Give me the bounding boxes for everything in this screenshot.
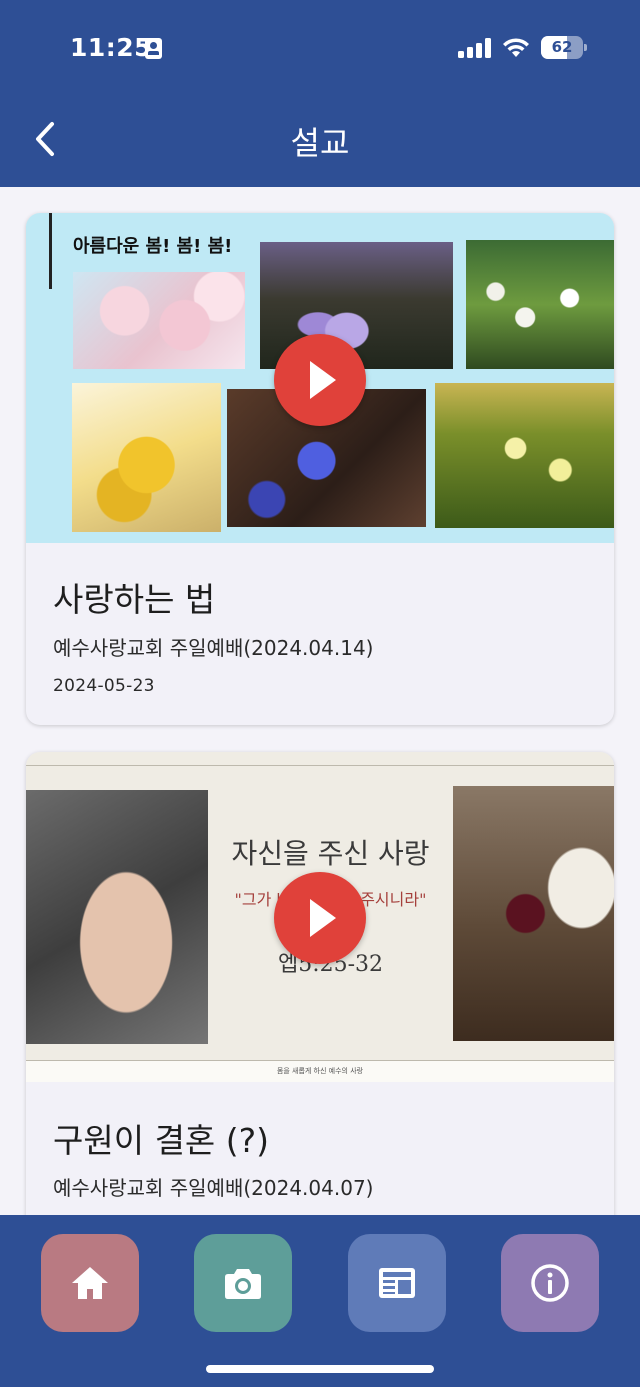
sermon-subtitle: 예수사랑교회 주일예배(2024.04.14) [53, 636, 374, 660]
sermon-card[interactable]: 자신을 주신 사랑 "그가 바로 몸의 구주시니라" 엡5:25-32 몸을 새… [26, 752, 614, 1215]
camera-icon [225, 1269, 261, 1299]
sermon-title: 구원이 결혼 (?) [53, 1121, 270, 1160]
battery-level: 62 [551, 38, 573, 56]
bottom-navigation [0, 1215, 640, 1387]
newspaper-icon [379, 1268, 415, 1298]
nav-news-button[interactable] [348, 1234, 446, 1332]
nav-camera-button[interactable] [194, 1234, 292, 1332]
nav-info-button[interactable] [501, 1234, 599, 1332]
page-title: 설교 [290, 124, 350, 162]
app-header: 11:25 62 설교 [0, 0, 640, 187]
sermon-card[interactable]: 아름다운 봄! 봄! 봄! 사랑하는 법 예수사랑교회 주일예배(2024.04… [26, 213, 614, 725]
home-indicator[interactable] [206, 1365, 434, 1373]
sermon-date: 2024-05-23 [53, 676, 155, 696]
snowdrop-photo [466, 240, 614, 369]
sermon-title: 사랑하는 법 [53, 580, 216, 619]
hands-ring-photo [26, 790, 208, 1044]
wifi-icon [503, 38, 529, 57]
meadow-photo [435, 383, 614, 528]
video-thumbnail[interactable]: 아름다운 봄! 봄! 봄! [26, 213, 614, 543]
info-icon [531, 1264, 569, 1302]
video-thumbnail[interactable]: 자신을 주신 사랑 "그가 바로 몸의 구주시니라" 엡5:25-32 몸을 새… [26, 752, 614, 1082]
thumbnail-title: 자신을 주신 사랑 [231, 837, 430, 870]
wine-bread-photo [453, 786, 614, 1041]
status-time: 11:25 [70, 33, 153, 62]
play-button[interactable] [274, 334, 366, 426]
thumbnail-heading: 아름다운 봄! 봄! 봄! [73, 236, 233, 257]
play-button[interactable] [274, 872, 366, 964]
id-card-icon [145, 38, 162, 59]
battery-icon: 62 [541, 36, 587, 59]
mimosa-photo [72, 383, 221, 532]
thumbnail-footer: 몸을 새롭게 하신 예수의 사랑 [26, 1061, 614, 1082]
cherry-blossom-photo [73, 272, 245, 369]
nav-home-button[interactable] [41, 1234, 139, 1332]
cellular-signal-icon [458, 38, 492, 58]
sermon-subtitle: 예수사랑교회 주일예배(2024.04.07) [53, 1176, 374, 1200]
sermon-list[interactable]: 아름다운 봄! 봄! 봄! 사랑하는 법 예수사랑교회 주일예배(2024.04… [0, 187, 640, 1215]
home-icon [72, 1267, 108, 1299]
